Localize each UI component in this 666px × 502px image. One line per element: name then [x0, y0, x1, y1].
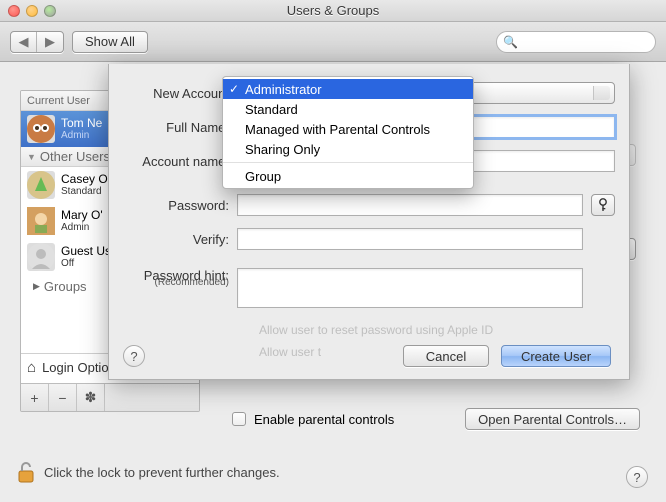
open-parental-button[interactable]: Open Parental Controls… [465, 408, 640, 430]
title-bar: Users & Groups [0, 0, 666, 22]
window-title: Users & Groups [0, 3, 666, 18]
user-name: Casey O [61, 173, 108, 186]
remove-button[interactable]: − [49, 384, 77, 411]
help-button[interactable]: ? [626, 466, 648, 488]
search-icon: 🔍 [503, 35, 518, 49]
full-name-label: Full Name: [109, 120, 229, 135]
password-field[interactable] [237, 194, 583, 216]
account-name-label: Account name: [109, 154, 229, 169]
user-role: Off [61, 258, 111, 269]
nav-back-forward[interactable]: ◀ ▶ [10, 31, 64, 53]
menu-item-standard[interactable]: Standard [223, 99, 473, 119]
menu-item-group[interactable]: Group [223, 166, 473, 186]
add-button[interactable]: + [21, 384, 49, 411]
gear-icon[interactable]: ✽ [77, 384, 105, 411]
ghost-allow-user: Allow user t [259, 345, 321, 359]
cancel-button[interactable]: Cancel [403, 345, 489, 367]
avatar [27, 243, 55, 271]
verify-label: Verify: [109, 232, 229, 247]
help-button[interactable]: ? [123, 345, 145, 367]
menu-separator [223, 162, 473, 163]
menu-item-managed[interactable]: Managed with Parental Controls [223, 119, 473, 139]
avatar [27, 207, 55, 235]
show-all-button[interactable]: Show All [72, 31, 148, 53]
avatar [27, 171, 55, 199]
lock-footer[interactable]: Click the lock to prevent further change… [16, 460, 280, 484]
user-role: Standard [61, 186, 108, 197]
account-type-menu[interactable]: Administrator Standard Managed with Pare… [222, 76, 474, 189]
parental-checkbox[interactable] [232, 412, 246, 426]
new-account-label: New Account [109, 86, 229, 101]
key-icon [597, 198, 609, 212]
disclosure-icon[interactable]: ▶ [33, 281, 40, 292]
avatar [27, 115, 55, 143]
password-label: Password: [109, 198, 229, 213]
menu-item-sharing[interactable]: Sharing Only [223, 139, 473, 159]
search-input[interactable]: 🔍 [496, 31, 656, 53]
hint-field[interactable] [237, 268, 583, 308]
verify-field[interactable] [237, 228, 583, 250]
user-name: Guest Us [61, 245, 111, 258]
lock-text: Click the lock to prevent further change… [44, 465, 280, 480]
parental-label: Enable parental controls [254, 412, 394, 427]
forward-icon[interactable]: ▶ [37, 32, 63, 52]
sidebar-footer: + − ✽ [21, 383, 199, 411]
parental-controls-row: Enable parental controls Open Parental C… [232, 408, 640, 430]
user-name: Tom Ne [61, 117, 102, 130]
create-user-button[interactable]: Create User [501, 345, 611, 367]
menu-item-administrator[interactable]: Administrator [223, 79, 473, 99]
disclosure-icon[interactable]: ▼ [27, 152, 36, 162]
password-assistant-button[interactable] [591, 194, 615, 216]
unlock-icon [16, 460, 36, 484]
hint-sublabel: (Recommended) [109, 277, 229, 288]
user-role: Admin [61, 222, 103, 233]
toolbar: ◀ ▶ Show All 🔍 [0, 22, 666, 62]
home-icon: ⌂ [27, 359, 36, 376]
user-role: Admin [61, 130, 102, 141]
ghost-allow-reset: Allow user to reset password using Apple… [259, 323, 493, 337]
user-name: Mary O' [61, 209, 103, 222]
back-icon[interactable]: ◀ [11, 32, 37, 52]
